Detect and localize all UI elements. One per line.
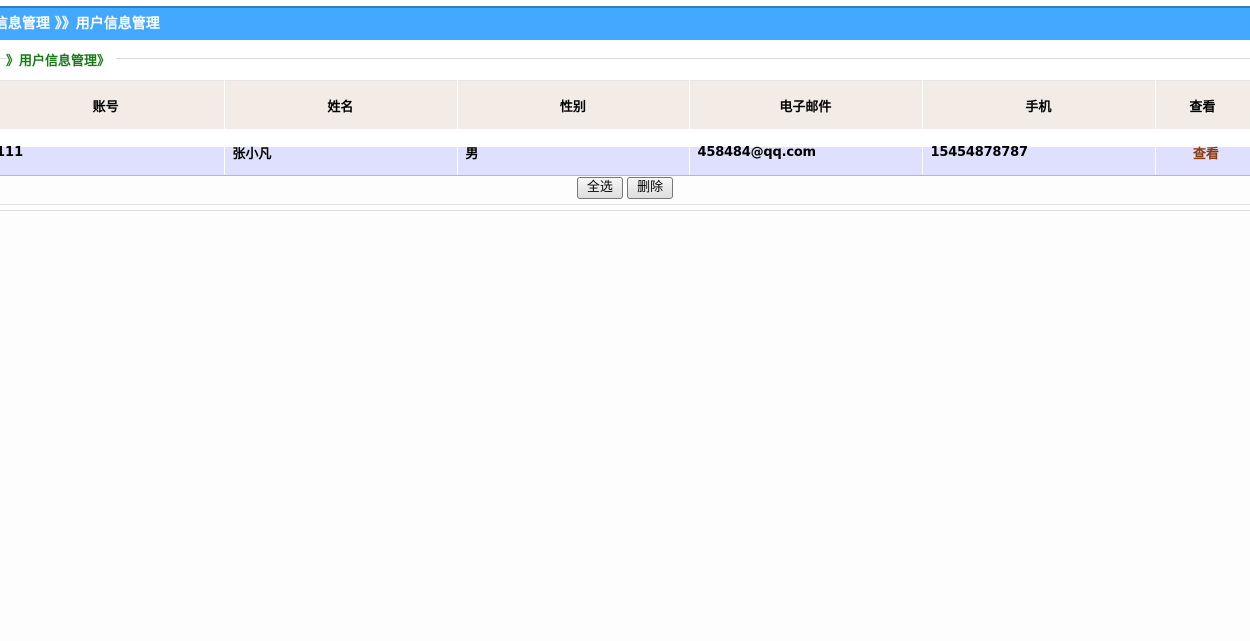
- section-header: 》用户信息管理》: [0, 40, 1250, 80]
- cell-phone: 15454878787: [922, 129, 1156, 176]
- page-header: 信息管理 》》用户信息管理: [0, 8, 1250, 40]
- table-row: 111 张小凡 男 458484@qq.com 15454878787 查看: [0, 129, 1250, 176]
- cell-email: 458484@qq.com: [689, 129, 923, 176]
- cell-name: 张小凡: [224, 129, 458, 176]
- breadcrumb: 信息管理 》》用户信息管理: [0, 16, 160, 32]
- select-all-button[interactable]: 全选: [576, 177, 623, 199]
- top-border: [0, 0, 1250, 8]
- delete-button[interactable]: 删除: [627, 177, 674, 199]
- cell-view: 查看: [1155, 129, 1250, 176]
- cell-gender: 男: [457, 129, 690, 176]
- column-header-email: 电子邮件: [689, 80, 923, 129]
- view-link[interactable]: 查看: [1193, 147, 1219, 162]
- section-title: 》用户信息管理》: [6, 50, 117, 69]
- user-table: 账号 姓名 性别 电子邮件 手机 查看 111 张小凡 男 458484@qq.…: [0, 80, 1250, 176]
- cell-account: 111: [0, 129, 225, 176]
- table-header-row: 账号 姓名 性别 电子邮件 手机 查看: [0, 80, 1250, 129]
- bottom-divider: [0, 210, 1250, 211]
- column-header-account: 账号: [0, 80, 225, 129]
- column-header-view: 查看: [1155, 80, 1250, 129]
- section-divider: [0, 58, 1250, 59]
- column-header-gender: 性别: [457, 80, 690, 129]
- column-header-name: 姓名: [224, 80, 458, 129]
- action-bar: 全选 删除: [0, 172, 1250, 205]
- column-header-phone: 手机: [922, 80, 1156, 129]
